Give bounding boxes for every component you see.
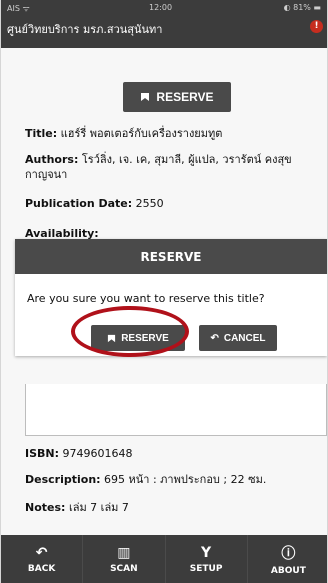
wrench-icon: Y bbox=[201, 544, 212, 561]
cancel-button[interactable]: ↶ CANCEL bbox=[199, 325, 277, 351]
status-time: 12:00 bbox=[149, 3, 173, 12]
reserve-dialog: RESERVE Are you sure you want to reserve… bbox=[15, 239, 327, 356]
authors-field: Authors: โรว์ลิ่ง, เจ. เค, สุมาลี, ผู้แป… bbox=[25, 153, 292, 181]
dialog-title: RESERVE bbox=[15, 239, 327, 274]
barcode-icon: ▥ bbox=[117, 544, 131, 561]
status-bar: AIS ᯤ 12:00 ◐ 81% ▬ bbox=[1, 0, 327, 16]
notes-field: Notes: เล่ม 7 เล่ม 7 bbox=[25, 501, 129, 514]
reserve-button-label: RESERVE bbox=[156, 90, 214, 104]
carrier-label: AIS ᯤ bbox=[7, 4, 30, 13]
confirm-reserve-button[interactable]: RESERVE bbox=[91, 325, 185, 351]
top-header: AIS ᯤ 12:00 ◐ 81% ▬ ศูนย์วิทยบริการ มรภ.… bbox=[1, 0, 327, 48]
reserve-button[interactable]: RESERVE bbox=[123, 82, 231, 112]
description-field: Description: 695 หน้า : ภาพประกอบ ; 22 ซ… bbox=[25, 473, 267, 486]
publication-date-field: Publication Date: 2550 bbox=[25, 197, 164, 210]
availability-table bbox=[25, 384, 327, 436]
undo-icon: ↶ bbox=[210, 332, 219, 344]
isbn-field: ISBN: 9749601648 bbox=[25, 447, 133, 460]
nav-scan[interactable]: ▥ SCAN bbox=[83, 535, 166, 583]
back-arrow-icon: ↶ bbox=[35, 544, 48, 561]
nav-about[interactable]: ⓘ ABOUT bbox=[248, 535, 327, 583]
battery-indicator: ◐ 81% ▬ bbox=[283, 3, 321, 12]
page-title: ศูนย์วิทยบริการ มรภ.สวนสุนันทา bbox=[7, 23, 163, 36]
bookmark-icon bbox=[140, 92, 150, 102]
dialog-message: Are you sure you want to reserve this ti… bbox=[27, 292, 265, 305]
title-field: Title: แฮร์รี่ พอตเตอร์กับเครื่องรางยมทู… bbox=[25, 127, 223, 140]
bottom-navbar: ↶ BACK ▥ SCAN Y SETUP ⓘ ABOUT bbox=[1, 535, 327, 583]
alert-icon[interactable]: ! bbox=[310, 20, 323, 33]
bookmark-icon bbox=[107, 334, 116, 343]
app-screen: AIS ᯤ 12:00 ◐ 81% ▬ ศูนย์วิทยบริการ มรภ.… bbox=[0, 0, 328, 583]
nav-setup[interactable]: Y SETUP bbox=[166, 535, 248, 583]
info-icon: ⓘ bbox=[281, 545, 296, 562]
nav-back[interactable]: ↶ BACK bbox=[1, 535, 84, 583]
